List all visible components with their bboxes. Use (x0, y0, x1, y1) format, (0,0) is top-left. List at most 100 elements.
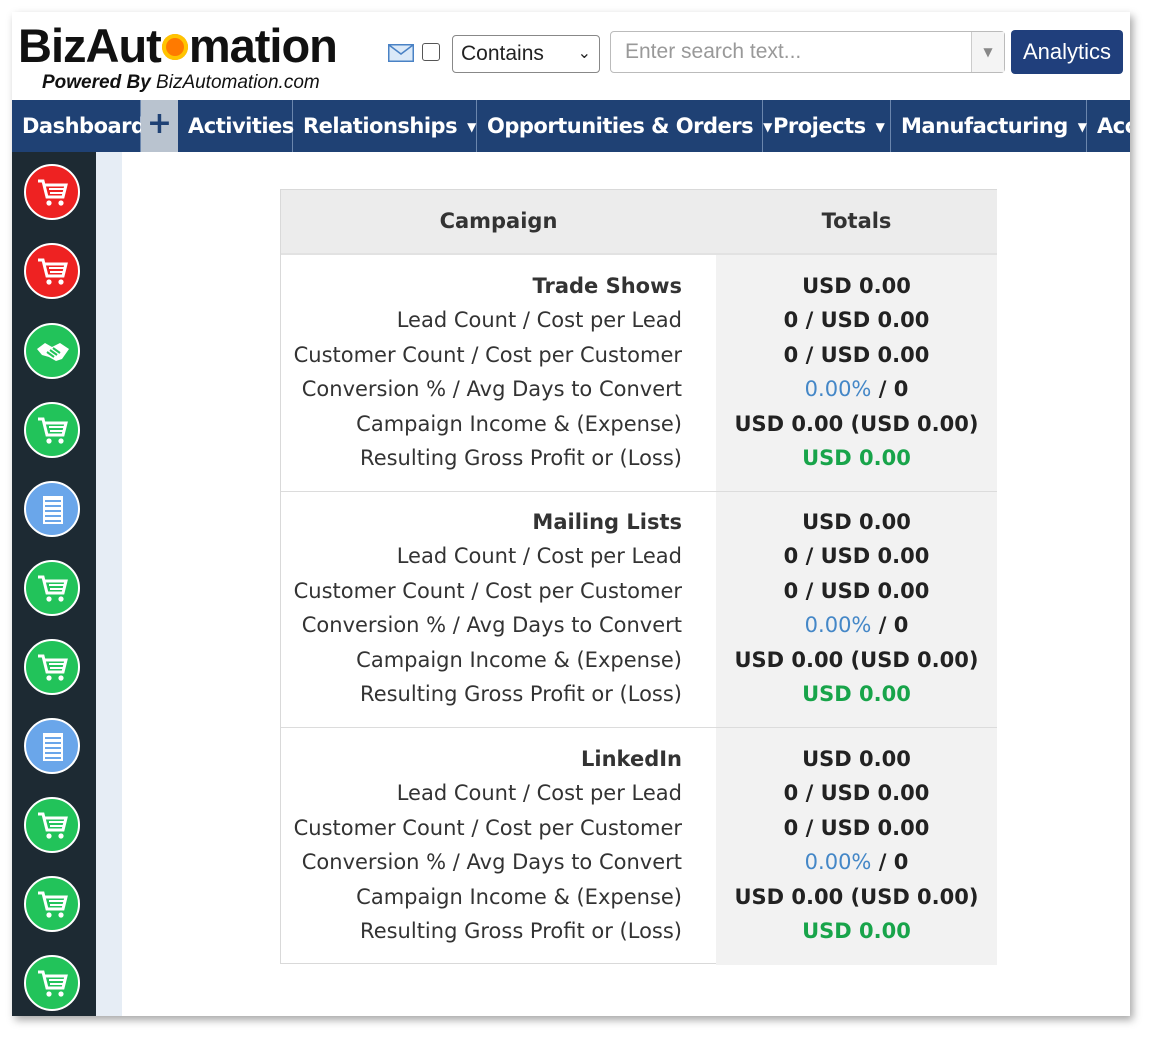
profit-label: Resulting Gross Profit or (Loss) (360, 446, 682, 470)
app-window: BizAut mation Powered By BizAutomation.co… (12, 12, 1130, 1016)
column-header-totals: Totals (821, 209, 892, 233)
building-icon[interactable] (24, 481, 80, 537)
logo-powered-by: Powered By (42, 72, 151, 93)
campaign-name: LinkedIn (581, 747, 682, 771)
column-header-campaign: Campaign (439, 209, 558, 233)
sidebar-gutter (96, 152, 122, 1016)
lead-label: Lead Count / Cost per Lead (396, 308, 682, 332)
profit-value: USD 0.00 (716, 677, 997, 711)
nav-relationships-label: Relationships (303, 114, 458, 138)
lead-value: 0 / USD 0.00 (783, 544, 930, 568)
cart-icon[interactable] (24, 164, 80, 220)
campaign-total: USD 0.00 (802, 274, 911, 298)
cart-icon[interactable] (24, 402, 80, 458)
income-label: Campaign Income & (Expense) (356, 885, 682, 909)
conversion-percent-link[interactable]: 0.00% (805, 377, 872, 401)
conversion-days: 0 (893, 377, 909, 401)
nav-projects[interactable]: Projects ▼ (763, 100, 891, 152)
nav-dashboard[interactable]: Dashboard (12, 100, 146, 152)
conversion-days: 0 (893, 850, 909, 874)
cart-icon[interactable] (24, 243, 80, 299)
cart-icon[interactable] (24, 876, 80, 932)
left-sidebar (12, 152, 96, 1016)
caret-down-icon: ▼ (467, 120, 476, 134)
income-label: Campaign Income & (Expense) (356, 648, 682, 672)
logo[interactable]: BizAut mation Powered By BizAutomation.co… (18, 18, 368, 94)
customer-value: 0 / USD 0.00 (783, 816, 930, 840)
customer-value: 0 / USD 0.00 (783, 579, 930, 603)
section-divider (281, 491, 997, 492)
nav-dashboard-label: Dashboard (22, 114, 146, 138)
income-label: Campaign Income & (Expense) (356, 412, 682, 436)
nav-manufacturing[interactable]: Manufacturing ▼ (891, 100, 1087, 152)
campaign-total: USD 0.00 (802, 747, 911, 771)
conversion-separator: / (871, 850, 894, 874)
nav-relationships[interactable]: Relationships ▼ (293, 100, 477, 152)
customer-label: Customer Count / Cost per Customer (293, 816, 682, 840)
gear-icon (161, 33, 188, 60)
lead-label: Lead Count / Cost per Lead (396, 781, 682, 805)
cart-icon[interactable] (24, 797, 80, 853)
income-value: USD 0.00 (USD 0.00) (734, 412, 979, 436)
conversion-label: Conversion % / Avg Days to Convert (301, 613, 682, 637)
profit-label: Resulting Gross Profit or (Loss) (360, 682, 682, 706)
profit-value: USD 0.00 (716, 914, 997, 948)
building-icon[interactable] (24, 718, 80, 774)
mail-icon[interactable] (388, 44, 414, 62)
analytics-button[interactable]: Analytics (1011, 30, 1123, 74)
profit-value: USD 0.00 (716, 441, 997, 475)
lead-label: Lead Count / Cost per Lead (396, 544, 682, 568)
nav-manufacturing-label: Manufacturing (901, 114, 1068, 138)
campaign-table: Campaign Totals Trade Shows USD 0.00 Lea… (280, 189, 997, 965)
profit-label: Resulting Gross Profit or (Loss) (360, 919, 682, 943)
chevron-down-icon: ⌄ (577, 45, 591, 62)
customer-value: 0 / USD 0.00 (783, 343, 930, 367)
caret-down-icon: ▼ (875, 120, 885, 134)
handshake-icon[interactable] (24, 323, 80, 379)
profit-amount: USD 0.00 (802, 682, 911, 706)
table-header: Campaign Totals (281, 190, 997, 255)
conversion-label: Conversion % / Avg Days to Convert (301, 850, 682, 874)
add-new-button[interactable]: + (141, 100, 178, 152)
nav-projects-label: Projects (773, 114, 866, 138)
lead-value: 0 / USD 0.00 (783, 308, 930, 332)
lead-value: 0 / USD 0.00 (783, 781, 930, 805)
search-dropdown-caret-icon[interactable]: ▼ (971, 32, 1004, 72)
cart-icon[interactable] (24, 639, 80, 695)
logo-text-end: mation (188, 19, 338, 72)
campaign-total: USD 0.00 (802, 510, 911, 534)
search-placeholder: Enter search text... (625, 40, 802, 63)
logo-wordmark: BizAut mation (18, 18, 338, 74)
customer-label: Customer Count / Cost per Customer (293, 579, 682, 603)
conversion-value: 0.00% / 0 (716, 845, 997, 879)
cart-icon[interactable] (24, 560, 80, 616)
conversion-percent-link[interactable]: 0.00% (805, 613, 872, 637)
logo-text-start: BizAut (18, 19, 162, 72)
income-value: USD 0.00 (USD 0.00) (734, 885, 979, 909)
nav-accounting[interactable]: Acc (1087, 100, 1130, 152)
profit-amount: USD 0.00 (802, 919, 911, 943)
profit-amount: USD 0.00 (802, 446, 911, 470)
conversion-value: 0.00% / 0 (716, 608, 997, 642)
cart-icon[interactable] (24, 955, 80, 1011)
nav-activities[interactable]: Activities (178, 100, 294, 152)
search-filter-value: Contains (461, 42, 544, 65)
income-value: USD 0.00 (USD 0.00) (734, 648, 979, 672)
search-checkbox[interactable] (422, 43, 440, 61)
nav-activities-label: Activities (188, 114, 294, 138)
conversion-percent-link[interactable]: 0.00% (805, 850, 872, 874)
main-nav: Dashboard + Activities Relationships ▼ Op… (12, 100, 1130, 152)
logo-tagline: Powered By BizAutomation.com (42, 72, 320, 94)
logo-domain: BizAutomation.com (156, 72, 320, 93)
conversion-separator: / (871, 377, 894, 401)
section-divider (281, 727, 997, 728)
nav-accounting-label: Acc (1097, 114, 1130, 138)
conversion-days: 0 (893, 613, 909, 637)
top-header: BizAut mation Powered By BizAutomation.co… (12, 12, 1130, 100)
nav-opportunities-label: Opportunities & Orders (487, 114, 754, 138)
customer-label: Customer Count / Cost per Customer (293, 343, 682, 367)
nav-opportunities-orders[interactable]: Opportunities & Orders ▼ (477, 100, 772, 152)
search-filter-select[interactable]: Contains ⌄ (452, 35, 600, 73)
search-input[interactable]: Enter search text... ▼ (610, 31, 1005, 73)
campaign-name: Mailing Lists (532, 510, 682, 534)
